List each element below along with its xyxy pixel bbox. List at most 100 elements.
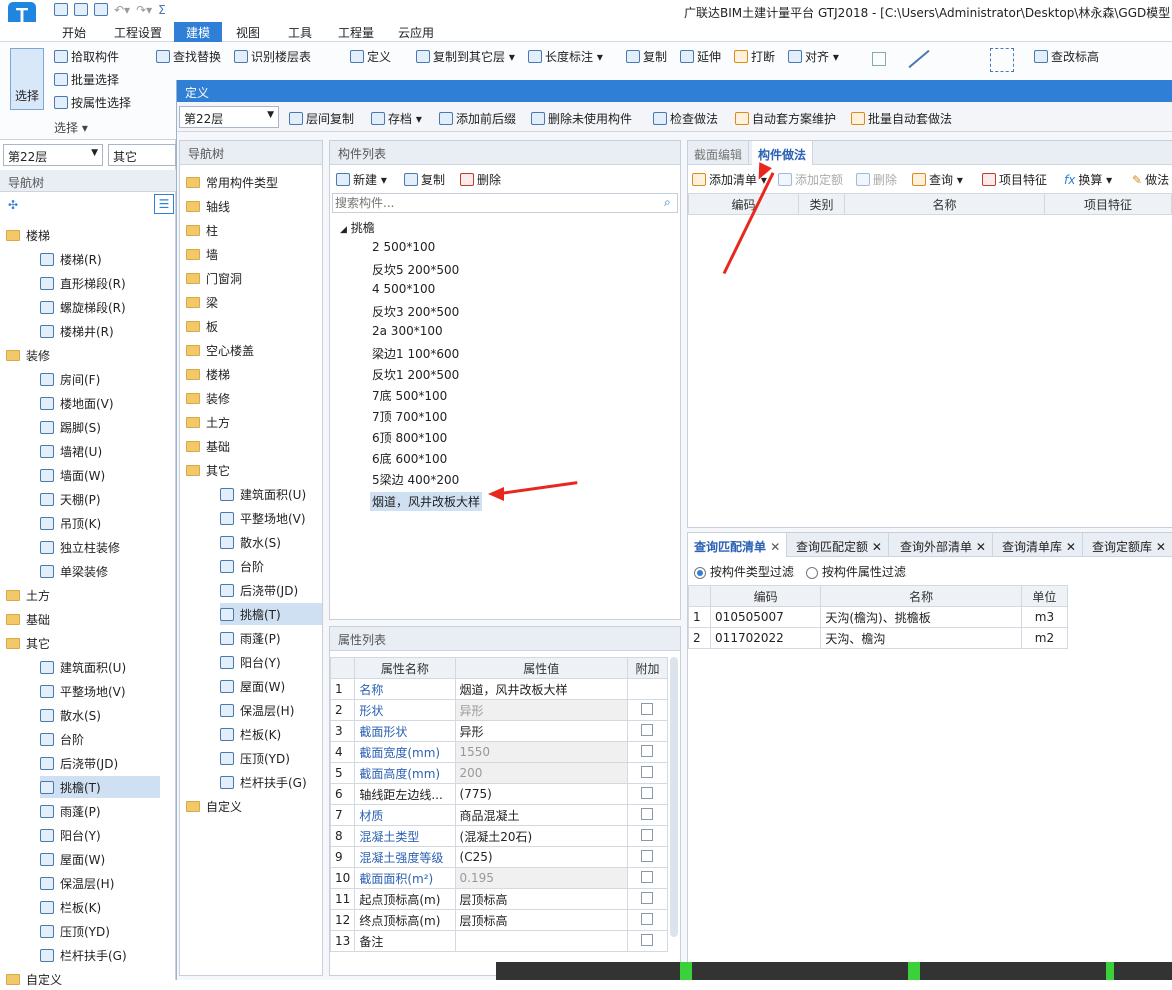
select-group-label[interactable]: 选择 ▾ xyxy=(54,119,88,136)
dialog-tree-folder[interactable]: 基础 xyxy=(186,435,230,457)
component-group[interactable]: ◢ 挑檐 xyxy=(340,219,375,236)
dialog-tree-folder[interactable]: 板 xyxy=(186,315,218,337)
property-row[interactable]: 4 截面宽度(mm) 1550 xyxy=(329,741,669,763)
tree-item[interactable]: 踢脚(S) xyxy=(40,416,101,438)
tree-item[interactable]: 楼梯井(R) xyxy=(40,320,114,342)
tab-bill-library[interactable]: 查询清单库 ✕ xyxy=(996,533,1083,557)
grid-icon[interactable] xyxy=(990,48,1014,72)
length-mark-button[interactable]: 长度标注 ▾ xyxy=(528,48,603,65)
tree-item[interactable]: 雨蓬(P) xyxy=(40,800,101,822)
close-icon[interactable]: ✕ xyxy=(1156,540,1166,554)
add-prefix-button[interactable]: 添加前后缀 xyxy=(439,110,516,127)
tree-item[interactable]: 螺旋梯段(R) xyxy=(40,296,126,318)
delete-unused-button[interactable]: 删除未使用构件 xyxy=(531,110,632,127)
undo-icon[interactable]: ↶▾ xyxy=(114,3,130,17)
add-quota-button[interactable]: 添加定额 xyxy=(778,171,843,188)
tree-item[interactable]: 台阶 xyxy=(40,728,84,750)
close-icon[interactable]: ✕ xyxy=(1066,540,1076,554)
checkbox[interactable] xyxy=(641,807,654,820)
dialog-tree-folder[interactable]: 墙 xyxy=(186,243,218,265)
tree-item[interactable]: 建筑面积(U) xyxy=(40,656,126,678)
define-button[interactable]: 定义 xyxy=(350,48,391,65)
menu-modeling[interactable]: 建模 xyxy=(174,22,223,43)
dialog-tree-item[interactable]: 后浇带(JD) xyxy=(220,579,298,601)
match-row[interactable]: 2 011702022 天沟、檐沟 m2 xyxy=(687,627,1069,649)
archive-button[interactable]: 存档 ▾ xyxy=(371,110,422,127)
tree-item[interactable]: 栏板(K) xyxy=(40,896,101,918)
property-row[interactable]: 3 截面形状 异形 xyxy=(329,720,669,742)
dialog-tree-item[interactable]: 压顶(YD) xyxy=(220,747,290,769)
new-file-icon[interactable] xyxy=(54,3,68,16)
select-button[interactable]: 选择 xyxy=(10,48,44,110)
tab-match-bill[interactable]: 查询匹配清单 ✕ xyxy=(688,533,788,557)
component-item[interactable]: 反坎3 200*500 xyxy=(372,303,459,320)
tree-item[interactable]: 楼地面(V) xyxy=(40,392,114,414)
select-by-property-button[interactable]: 按属性选择 xyxy=(54,94,131,111)
component-item[interactable]: 6底 600*100 xyxy=(372,450,447,467)
tree-item[interactable]: 保温层(H) xyxy=(40,872,114,894)
tree-folder[interactable]: 楼梯 xyxy=(6,224,50,246)
redo-icon[interactable]: ↷▾ xyxy=(136,3,152,17)
batch-select-button[interactable]: 批量选择 xyxy=(54,71,119,88)
align-button[interactable]: 对齐 ▾ xyxy=(788,48,839,65)
dialog-tree-folder[interactable]: 常用构件类型 xyxy=(186,171,278,193)
recognize-floor-button[interactable]: 识别楼层表 xyxy=(234,48,311,65)
extend-button[interactable]: 延伸 xyxy=(680,48,721,65)
dialog-tree-item[interactable]: 屋面(W) xyxy=(220,675,285,697)
dialog-floor-select[interactable]: 第22层 ▼ xyxy=(179,106,279,128)
checkbox[interactable] xyxy=(641,933,654,946)
check-elevation-button[interactable]: 查改标高 xyxy=(1034,48,1099,65)
property-row[interactable]: 1 名称 烟道，风井改板大样 xyxy=(329,678,669,700)
property-row[interactable]: 2 形状 异形 xyxy=(329,699,669,721)
dialog-tree-folder[interactable]: 自定义 xyxy=(186,795,242,817)
tree-folder[interactable]: 装修 xyxy=(6,344,50,366)
property-scrollbar[interactable] xyxy=(670,657,678,937)
component-item[interactable]: 反坎5 200*500 xyxy=(372,261,459,278)
property-row[interactable]: 8 混凝土类型 (混凝土20石) xyxy=(329,825,669,847)
dialog-tree-folder[interactable]: 空心楼盖 xyxy=(186,339,254,361)
tree-item[interactable]: 栏杆扶手(G) xyxy=(40,944,127,966)
tree-item[interactable]: 平整场地(V) xyxy=(40,680,126,702)
dialog-tree-folder[interactable]: 装修 xyxy=(186,387,230,409)
tree-item[interactable]: 挑檐(T) xyxy=(40,776,160,798)
tree-folder[interactable]: 土方 xyxy=(6,584,50,606)
checkbox[interactable] xyxy=(641,849,654,862)
dialog-tree-item[interactable]: 台阶 xyxy=(220,555,264,577)
pick-component-button[interactable]: 拾取构件 xyxy=(54,48,119,65)
tree-item[interactable]: 房间(F) xyxy=(40,368,100,390)
tree-folder[interactable]: 其它 xyxy=(6,632,50,654)
property-row[interactable]: 6 轴线距左边线... (775) xyxy=(329,783,669,805)
filter-by-type-radio[interactable]: 按构件类型过滤 xyxy=(694,563,794,580)
auto-scheme-button[interactable]: 自动套方案维护 xyxy=(735,110,836,127)
tab-match-quota[interactable]: 查询匹配定额 ✕ xyxy=(790,533,889,557)
filter-by-prop-radio[interactable]: 按构件属性过滤 xyxy=(806,563,906,580)
list-view-icon[interactable]: ☰ xyxy=(154,194,174,214)
dialog-tree-folder[interactable]: 梁 xyxy=(186,291,218,313)
tree-item[interactable]: 墙裙(U) xyxy=(40,440,102,462)
menu-tools[interactable]: 工具 xyxy=(288,24,312,41)
tree-item[interactable]: 天棚(P) xyxy=(40,488,101,510)
checkbox[interactable] xyxy=(641,723,654,736)
item-feature-button[interactable]: 项目特征 xyxy=(982,171,1047,188)
close-icon[interactable]: ✕ xyxy=(976,540,986,554)
menu-view[interactable]: 视图 xyxy=(236,24,260,41)
checkbox[interactable] xyxy=(641,786,654,799)
menu-start[interactable]: 开始 xyxy=(62,24,86,41)
dialog-tree-folder[interactable]: 柱 xyxy=(186,219,218,241)
tree-item[interactable]: 屋面(W) xyxy=(40,848,105,870)
method-button[interactable]: ✎ 做法 xyxy=(1132,171,1169,188)
dialog-tree-item[interactable]: 建筑面积(U) xyxy=(220,483,306,505)
snap-point-icon[interactable] xyxy=(872,52,886,66)
delete-component-button[interactable]: 删除 xyxy=(460,171,501,188)
property-row[interactable]: 9 混凝土强度等级 (C25) xyxy=(329,846,669,868)
component-item[interactable]: 2 500*100 xyxy=(372,240,435,254)
property-row[interactable]: 12 终点顶标高(m) 层顶标高 xyxy=(329,909,669,931)
tree-item[interactable]: 直形梯段(R) xyxy=(40,272,126,294)
floor-copy-button[interactable]: 层间复制 xyxy=(289,110,354,127)
type-select[interactable]: 其它 xyxy=(108,144,176,166)
component-item[interactable]: 7顶 700*100 xyxy=(372,408,447,425)
dialog-tree-item[interactable]: 挑檐(T) xyxy=(220,603,322,625)
sum-icon[interactable]: Σ xyxy=(158,3,166,17)
dialog-tree-folder[interactable]: 土方 xyxy=(186,411,230,433)
component-item[interactable]: 梁边1 100*600 xyxy=(372,345,459,362)
